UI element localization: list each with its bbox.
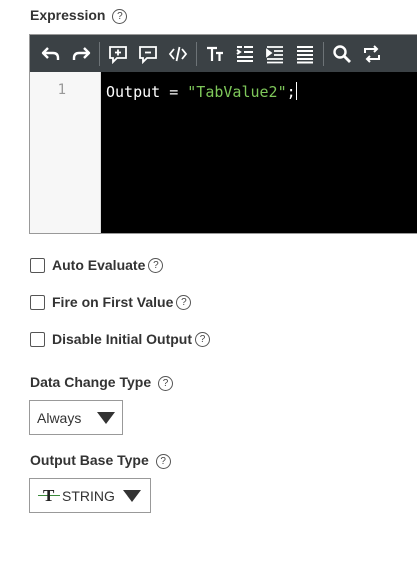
disable-initial-option: Disable Initial Output ? bbox=[30, 331, 211, 347]
align-left-icon bbox=[236, 45, 253, 62]
search-button[interactable] bbox=[327, 35, 357, 72]
font-size-icon bbox=[207, 46, 223, 61]
remove-comment-icon bbox=[139, 45, 157, 64]
justify-icon bbox=[297, 45, 313, 63]
font-size-button[interactable] bbox=[200, 35, 230, 72]
help-icon[interactable]: ? bbox=[155, 453, 171, 469]
auto-evaluate-label: Auto Evaluate bbox=[52, 257, 146, 273]
code-editor[interactable]: 1 Output = "TabValue2"; bbox=[29, 34, 417, 234]
redo-icon bbox=[72, 46, 91, 60]
code-button[interactable] bbox=[163, 35, 193, 72]
data-change-type-text: Data Change Type bbox=[30, 374, 152, 390]
fire-on-first-checkbox[interactable] bbox=[30, 294, 45, 310]
indent-icon bbox=[266, 45, 283, 63]
help-icon[interactable]: ? bbox=[195, 331, 211, 347]
add-comment-icon bbox=[109, 45, 127, 64]
code-terminator: ; bbox=[286, 83, 296, 101]
align-left-button[interactable] bbox=[230, 35, 260, 72]
auto-evaluate-option: Auto Evaluate ? bbox=[30, 257, 164, 273]
text-cursor bbox=[295, 82, 297, 100]
disable-initial-checkbox[interactable] bbox=[30, 331, 45, 347]
expression-label: Expression ? bbox=[30, 7, 128, 24]
add-comment-button[interactable] bbox=[103, 35, 133, 72]
string-type-glyph: T bbox=[43, 485, 55, 505]
code-operator: = bbox=[160, 83, 188, 101]
output-base-type-select[interactable]: T STRING bbox=[29, 478, 151, 513]
toolbar-separator bbox=[196, 41, 197, 66]
code-line[interactable]: Output = "TabValue2"; bbox=[106, 82, 297, 101]
replace-button[interactable] bbox=[357, 35, 387, 72]
data-change-type-value: Always bbox=[37, 409, 82, 426]
undo-button[interactable] bbox=[36, 35, 66, 72]
line-number: 1 bbox=[57, 82, 66, 98]
output-base-type-text: Output Base Type bbox=[30, 452, 149, 468]
help-icon[interactable]: ? bbox=[158, 375, 173, 391]
help-icon[interactable]: ? bbox=[148, 257, 164, 273]
redo-button[interactable] bbox=[66, 35, 96, 72]
remove-comment-button[interactable] bbox=[133, 35, 163, 72]
disable-initial-label: Disable Initial Output bbox=[52, 331, 193, 347]
undo-icon bbox=[41, 46, 60, 60]
dropdown-caret-icon bbox=[122, 489, 141, 502]
fire-on-first-option: Fire on First Value ? bbox=[30, 294, 192, 310]
fire-on-first-label: Fire on First Value bbox=[52, 294, 174, 310]
code-string: "TabValue2" bbox=[187, 83, 287, 101]
search-icon bbox=[333, 44, 351, 63]
output-base-type-label: Output Base Type ? bbox=[30, 452, 171, 469]
justify-button[interactable] bbox=[290, 35, 320, 72]
expression-label-text: Expression bbox=[30, 7, 106, 23]
string-type-icon: T bbox=[38, 485, 60, 505]
help-icon[interactable]: ? bbox=[112, 8, 128, 24]
replace-icon bbox=[364, 44, 380, 63]
indent-button[interactable] bbox=[260, 35, 290, 72]
toolbar-separator bbox=[323, 41, 324, 66]
data-change-type-label: Data Change Type ? bbox=[30, 374, 173, 391]
auto-evaluate-checkbox[interactable] bbox=[30, 257, 45, 273]
line-gutter: 1 bbox=[30, 72, 101, 233]
data-change-type-select[interactable]: Always bbox=[29, 400, 123, 435]
code-icon bbox=[168, 46, 188, 61]
dropdown-caret-icon bbox=[97, 411, 116, 424]
toolbar-separator bbox=[99, 41, 100, 66]
help-icon[interactable]: ? bbox=[176, 294, 192, 310]
output-base-type-value: STRING bbox=[62, 487, 115, 504]
code-identifier: Output bbox=[106, 83, 161, 101]
editor-toolbar bbox=[30, 35, 417, 72]
